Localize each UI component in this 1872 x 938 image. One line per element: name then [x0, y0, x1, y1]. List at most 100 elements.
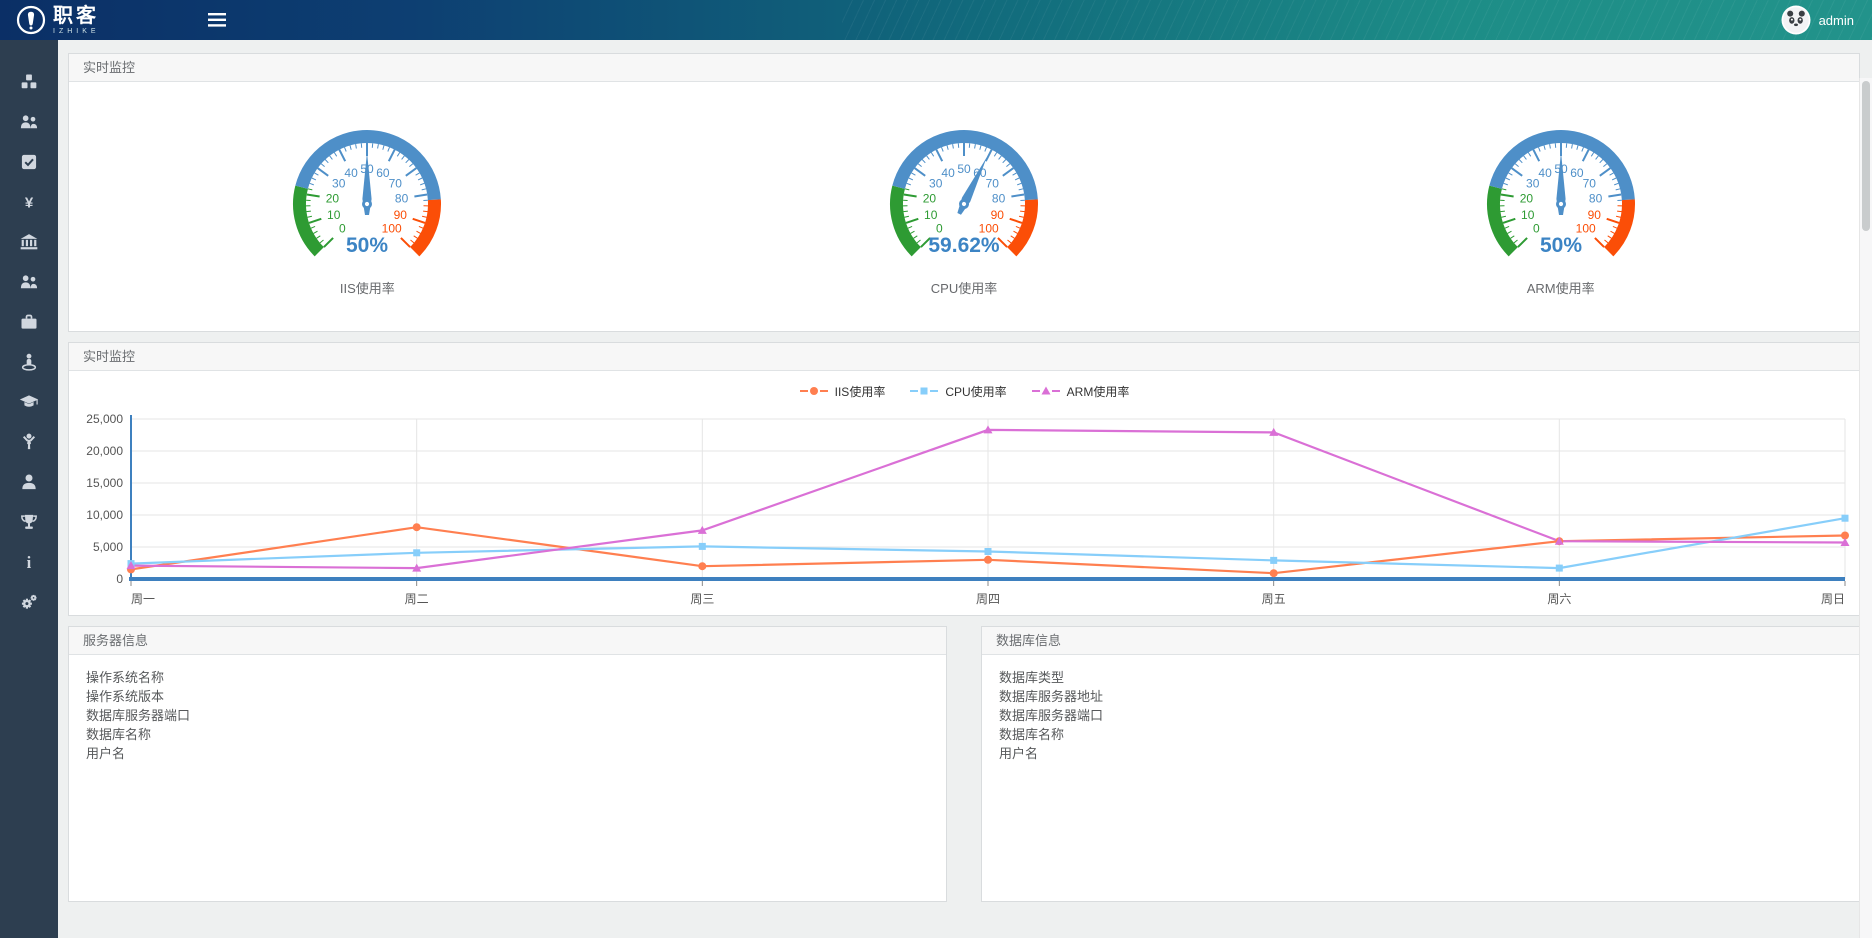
logo-text: 职客 [53, 6, 100, 26]
legend-marker-icon [799, 385, 829, 397]
svg-text:5,000: 5,000 [93, 540, 123, 554]
check-square-icon [19, 152, 39, 172]
app-logo[interactable]: 职客 IZHIKE [16, 5, 100, 35]
users-icon [19, 112, 39, 132]
top-header: 职客 IZHIKE admin [0, 0, 1872, 40]
svg-text:50: 50 [957, 162, 971, 176]
vertical-scrollbar[interactable] [1859, 78, 1872, 938]
legend-item-ARM使用率[interactable]: ARM使用率 [1031, 383, 1130, 400]
svg-text:i: i [27, 553, 32, 572]
svg-text:90: 90 [1587, 208, 1601, 222]
legend-marker-icon [909, 385, 939, 397]
avatar [1781, 5, 1811, 35]
logo-icon [16, 5, 46, 35]
gauge-value: 59.62% [928, 234, 1000, 257]
trophy-icon [19, 512, 39, 532]
svg-text:10: 10 [327, 208, 341, 222]
gauge-0: 0102030405060708090100 50% [267, 116, 467, 268]
svg-text:0: 0 [339, 222, 346, 236]
info-list-item: 数据库服务器端口 [999, 706, 1842, 725]
info-list-item: 操作系统版本 [86, 687, 929, 706]
usage-line-chart: 05,00010,00015,00020,00025,000周一周二周三周四周五… [77, 409, 1851, 609]
panel-title: 服务器信息 [69, 627, 946, 655]
svg-text:周日: 周日 [1821, 592, 1845, 606]
sidebar-item-briefcase[interactable] [12, 312, 46, 332]
svg-text:20: 20 [923, 192, 937, 206]
svg-text:0: 0 [116, 572, 123, 586]
legend-item-IIS使用率[interactable]: IIS使用率 [799, 383, 886, 400]
gauge-title: ARM使用率 [1527, 278, 1595, 297]
svg-text:10,000: 10,000 [86, 508, 123, 522]
info-list-item: 数据库服务器端口 [86, 706, 929, 725]
sidebar-item-gears[interactable] [12, 592, 46, 612]
svg-text:周三: 周三 [690, 592, 714, 606]
panel-title: 实时监控 [69, 343, 1859, 371]
chart-panel: 实时监控 IIS使用率 CPU使用率 ARM使用率 0 5,000 10,000 15… [68, 342, 1860, 616]
team-icon [19, 272, 39, 292]
sidebar-toggle-button[interactable] [208, 13, 226, 27]
svg-text:25,000: 25,000 [86, 412, 123, 426]
panel-title: 数据库信息 [982, 627, 1859, 655]
user-menu[interactable]: admin [1781, 5, 1854, 35]
svg-text:70: 70 [986, 176, 1000, 190]
svg-text:20: 20 [326, 192, 340, 206]
street-view-icon [19, 352, 39, 372]
info-icon: i [19, 552, 39, 572]
sidebar-item-user[interactable] [12, 472, 46, 492]
info-list-item: 数据库服务器地址 [999, 687, 1842, 706]
server-info-panel: 服务器信息 操作系统名称操作系统版本数据库服务器端口数据库名称用户名 [68, 626, 947, 902]
hamburger-icon [208, 13, 226, 27]
info-list-item: 数据库名称 [999, 725, 1842, 744]
svg-text:90: 90 [991, 208, 1005, 222]
svg-text:15,000: 15,000 [86, 476, 123, 490]
sidebar-item-street-view[interactable] [12, 352, 46, 372]
scrollbar-thumb[interactable] [1862, 81, 1870, 231]
yen-icon: ¥ [19, 192, 39, 212]
legend-label: CPU使用率 [945, 383, 1006, 400]
svg-text:10: 10 [1521, 208, 1535, 222]
info-list-item: 操作系统名称 [86, 668, 929, 687]
sidebar-item-info[interactable]: i [12, 552, 46, 572]
svg-text:¥: ¥ [25, 194, 34, 211]
child-icon [19, 432, 39, 452]
gears-icon [19, 592, 39, 612]
gauges-panel: 实时监控 0102030405060708090100 50%IIS使用率010… [68, 53, 1860, 332]
svg-text:80: 80 [992, 192, 1006, 206]
logo-subtext: IZHIKE [53, 28, 100, 35]
sidebar-item-trophy[interactable] [12, 512, 46, 532]
user-icon [19, 472, 39, 492]
panel-title: 实时监控 [69, 54, 1859, 82]
sidebar-item-team[interactable] [12, 272, 46, 292]
svg-text:20: 20 [1519, 192, 1533, 206]
sidebar: ¥i [0, 40, 58, 938]
gauge-block-ARM使用率: 0102030405060708090100 50%ARM使用率 [1262, 116, 1859, 297]
info-list-item: 用户名 [999, 744, 1842, 763]
database-info-panel: 数据库信息 数据库类型数据库服务器地址数据库服务器端口数据库名称用户名 [981, 626, 1860, 902]
svg-text:周四: 周四 [976, 592, 1000, 606]
legend-label: ARM使用率 [1067, 383, 1130, 400]
sidebar-item-cubes[interactable] [12, 72, 46, 92]
info-list-item: 用户名 [86, 744, 929, 763]
info-list-item: 数据库类型 [999, 668, 1842, 687]
svg-text:周二: 周二 [405, 592, 429, 606]
svg-text:80: 80 [1589, 192, 1603, 206]
sidebar-item-graduation-cap[interactable] [12, 392, 46, 412]
cubes-icon [19, 72, 39, 92]
username: admin [1819, 13, 1854, 28]
svg-text:20,000: 20,000 [86, 444, 123, 458]
svg-text:周六: 周六 [1547, 592, 1571, 606]
svg-text:40: 40 [345, 166, 359, 180]
main-content: 实时监控 0102030405060708090100 50%IIS使用率010… [58, 39, 1872, 912]
sidebar-item-check-square[interactable] [12, 152, 46, 172]
gauge-block-CPU使用率: 0102030405060708090100 59.62%CPU使用率 [666, 116, 1263, 297]
sidebar-item-users[interactable] [12, 112, 46, 132]
bank-icon [19, 232, 39, 252]
sidebar-item-bank[interactable] [12, 232, 46, 252]
gauge-1: 0102030405060708090100 59.62% [864, 116, 1064, 268]
legend-label: IIS使用率 [835, 383, 886, 400]
svg-text:70: 70 [389, 176, 403, 190]
sidebar-item-child[interactable] [12, 432, 46, 452]
sidebar-item-yen[interactable]: ¥ [12, 192, 46, 212]
graduation-cap-icon [19, 392, 39, 412]
legend-item-CPU使用率[interactable]: CPU使用率 [909, 383, 1006, 400]
